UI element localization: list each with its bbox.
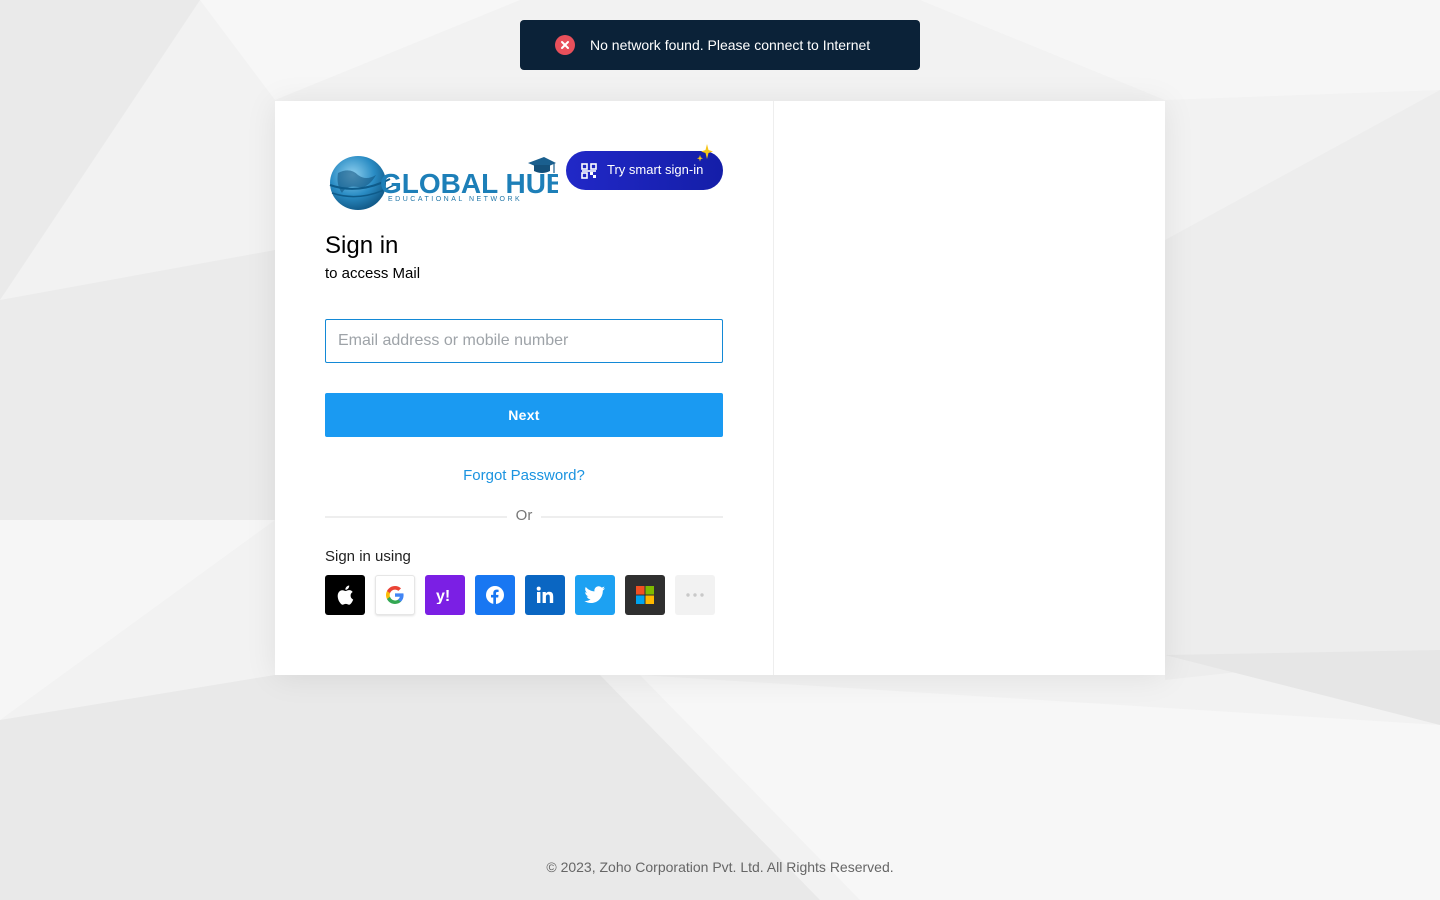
twitter-icon	[584, 586, 605, 603]
linkedin-signin-button[interactable]	[525, 575, 565, 615]
facebook-icon	[486, 586, 504, 604]
illustration-pane	[774, 101, 1165, 675]
svg-text:EDUCATIONAL NETWORK: EDUCATIONAL NETWORK	[388, 196, 522, 203]
page-title: Sign in	[325, 232, 399, 259]
global-hub-logo: GLOBAL HUB EDUCATIONAL NETWORK	[328, 151, 566, 213]
google-icon	[386, 586, 404, 604]
twitter-signin-button[interactable]	[575, 575, 615, 615]
smart-signin-button[interactable]: Try smart sign-in	[566, 144, 723, 190]
more-providers-button[interactable]	[675, 575, 715, 615]
sparkle-icon	[697, 144, 713, 162]
error-x-icon	[555, 35, 575, 55]
email-input[interactable]	[325, 319, 723, 363]
toast-message: No network found. Please connect to Inte…	[590, 37, 871, 53]
apple-signin-button[interactable]	[325, 575, 365, 615]
google-signin-button[interactable]	[375, 575, 415, 615]
more-dots-icon	[686, 593, 704, 597]
facebook-signin-button[interactable]	[475, 575, 515, 615]
next-button[interactable]: Next	[325, 393, 723, 437]
signin-card: GLOBAL HUB EDUCATIONAL NETWORK Try smart…	[275, 101, 1165, 675]
or-label: Or	[507, 507, 541, 525]
page-subtitle: to access Mail	[325, 265, 421, 282]
network-error-toast: No network found. Please connect to Inte…	[520, 20, 920, 70]
footer-copyright: © 2023, Zoho Corporation Pvt. Ltd. All R…	[546, 859, 894, 875]
svg-text:y!: y!	[436, 588, 450, 604]
qr-icon	[581, 163, 597, 179]
smart-signin-label: Try smart sign-in	[607, 162, 704, 177]
microsoft-signin-button[interactable]	[625, 575, 665, 615]
linkedin-icon	[536, 586, 554, 603]
sign-in-using-label: Sign in using	[325, 548, 411, 565]
svg-text:GLOBAL HUB: GLOBAL HUB	[380, 168, 558, 199]
yahoo-icon: y!	[436, 588, 450, 604]
apple-icon	[337, 585, 354, 605]
microsoft-icon	[636, 586, 654, 604]
yahoo-signin-button[interactable]: y!	[425, 575, 465, 615]
forgot-password-link[interactable]: Forgot Password?	[325, 467, 723, 485]
